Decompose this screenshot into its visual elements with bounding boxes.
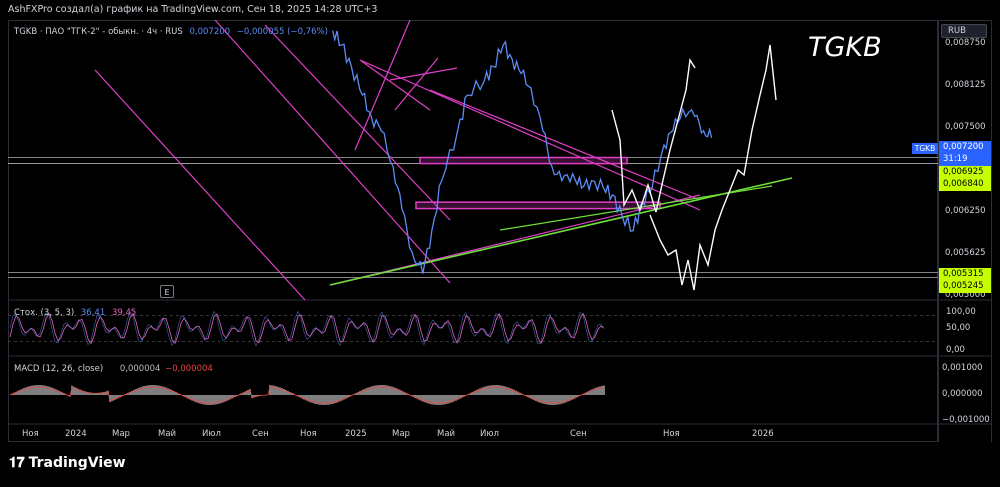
price-tick: 0,005625 bbox=[945, 248, 986, 258]
time-tick: Июл bbox=[480, 429, 499, 439]
macd-hist-value: 0,000004 bbox=[119, 364, 161, 374]
time-tick: 2025 bbox=[345, 429, 367, 439]
time-tick: 2026 bbox=[752, 429, 774, 439]
chart-canvas[interactable] bbox=[0, 0, 1000, 487]
price-tag: 31:19 bbox=[939, 153, 991, 166]
handwritten-ticker: TGKB bbox=[808, 32, 882, 63]
macd-legend: MACD (12, 26, close) 0,000004 −0,000004 bbox=[14, 364, 213, 374]
macd-tick: 0,001000 bbox=[942, 363, 983, 373]
symbol-line: TGKB · ПАО "ТГК-2" - обыкн. · 4ч · RUS bbox=[14, 27, 183, 37]
time-tick: Май bbox=[437, 429, 456, 439]
time-tick: Сен bbox=[570, 429, 587, 439]
price-tick: 0,008750 bbox=[945, 38, 986, 48]
trendline-9 bbox=[389, 67, 458, 81]
trendline-1 bbox=[214, 19, 451, 284]
stoch-d-value: 39,45 bbox=[111, 308, 137, 318]
time-tick: Ноя bbox=[22, 429, 39, 439]
time-tick: Мар bbox=[392, 429, 410, 439]
stoch-legend: Стох. (3, 5, 3) 36,41 39,45 bbox=[14, 308, 136, 318]
macd-signal-value: −0,000004 bbox=[165, 364, 213, 374]
time-tick: Июл bbox=[202, 429, 221, 439]
price-tag: 0,006840 bbox=[939, 178, 991, 191]
macd-tick: 0,000000 bbox=[942, 389, 983, 399]
trendline-2 bbox=[264, 24, 451, 221]
brand-name: TradingView bbox=[28, 455, 126, 471]
main-legend: TGKB · ПАО "ТГК-2" - обыкн. · 4ч · RUS 0… bbox=[14, 27, 328, 37]
trendline-5 bbox=[359, 59, 431, 111]
legend-price: 0,007200 bbox=[189, 27, 231, 37]
tradingview-logo[interactable]: 𝟏𝟕 TradingView bbox=[9, 455, 126, 471]
time-tick: Ноя bbox=[300, 429, 317, 439]
events-button[interactable]: E bbox=[160, 285, 174, 298]
price-tick: 0,007500 bbox=[945, 122, 986, 132]
macd-signal-line bbox=[9, 386, 605, 404]
stoch-tick: 50,00 bbox=[946, 323, 971, 333]
currency-button[interactable]: RUB bbox=[941, 24, 987, 38]
trendline-7 bbox=[354, 19, 411, 151]
time-tick: Мар bbox=[112, 429, 130, 439]
macd-tick: −0,001000 bbox=[942, 415, 990, 425]
stoch-label: Стох. (3, 5, 3) bbox=[14, 308, 75, 318]
price-tick: 0,006250 bbox=[945, 206, 986, 216]
macd-label: MACD (12, 26, close) bbox=[14, 364, 104, 374]
time-tick: Ноя bbox=[663, 429, 680, 439]
footer-bar bbox=[0, 442, 1000, 487]
stoch-k-value: 36,41 bbox=[80, 308, 106, 318]
time-tick: Сен bbox=[252, 429, 269, 439]
tradingview-mark-icon: 𝟏𝟕 bbox=[9, 455, 25, 471]
trendline-6 bbox=[429, 89, 701, 201]
price-tag: 0,005245 bbox=[939, 280, 991, 293]
time-tick: 2024 bbox=[65, 429, 87, 439]
time-tick: Май bbox=[158, 429, 177, 439]
projection-path-2 bbox=[649, 44, 777, 291]
price-tick: 0,008125 bbox=[945, 80, 986, 90]
supply-zone-0 bbox=[419, 156, 628, 165]
ticker-tag: TGKB bbox=[912, 143, 938, 154]
legend-change: −0,000055 (−0,76%) bbox=[236, 27, 328, 37]
stoch-tick: 100,00 bbox=[946, 307, 976, 317]
trendline-8 bbox=[394, 57, 439, 111]
stoch-tick: 0,00 bbox=[946, 345, 965, 355]
trendline-0 bbox=[94, 69, 306, 301]
